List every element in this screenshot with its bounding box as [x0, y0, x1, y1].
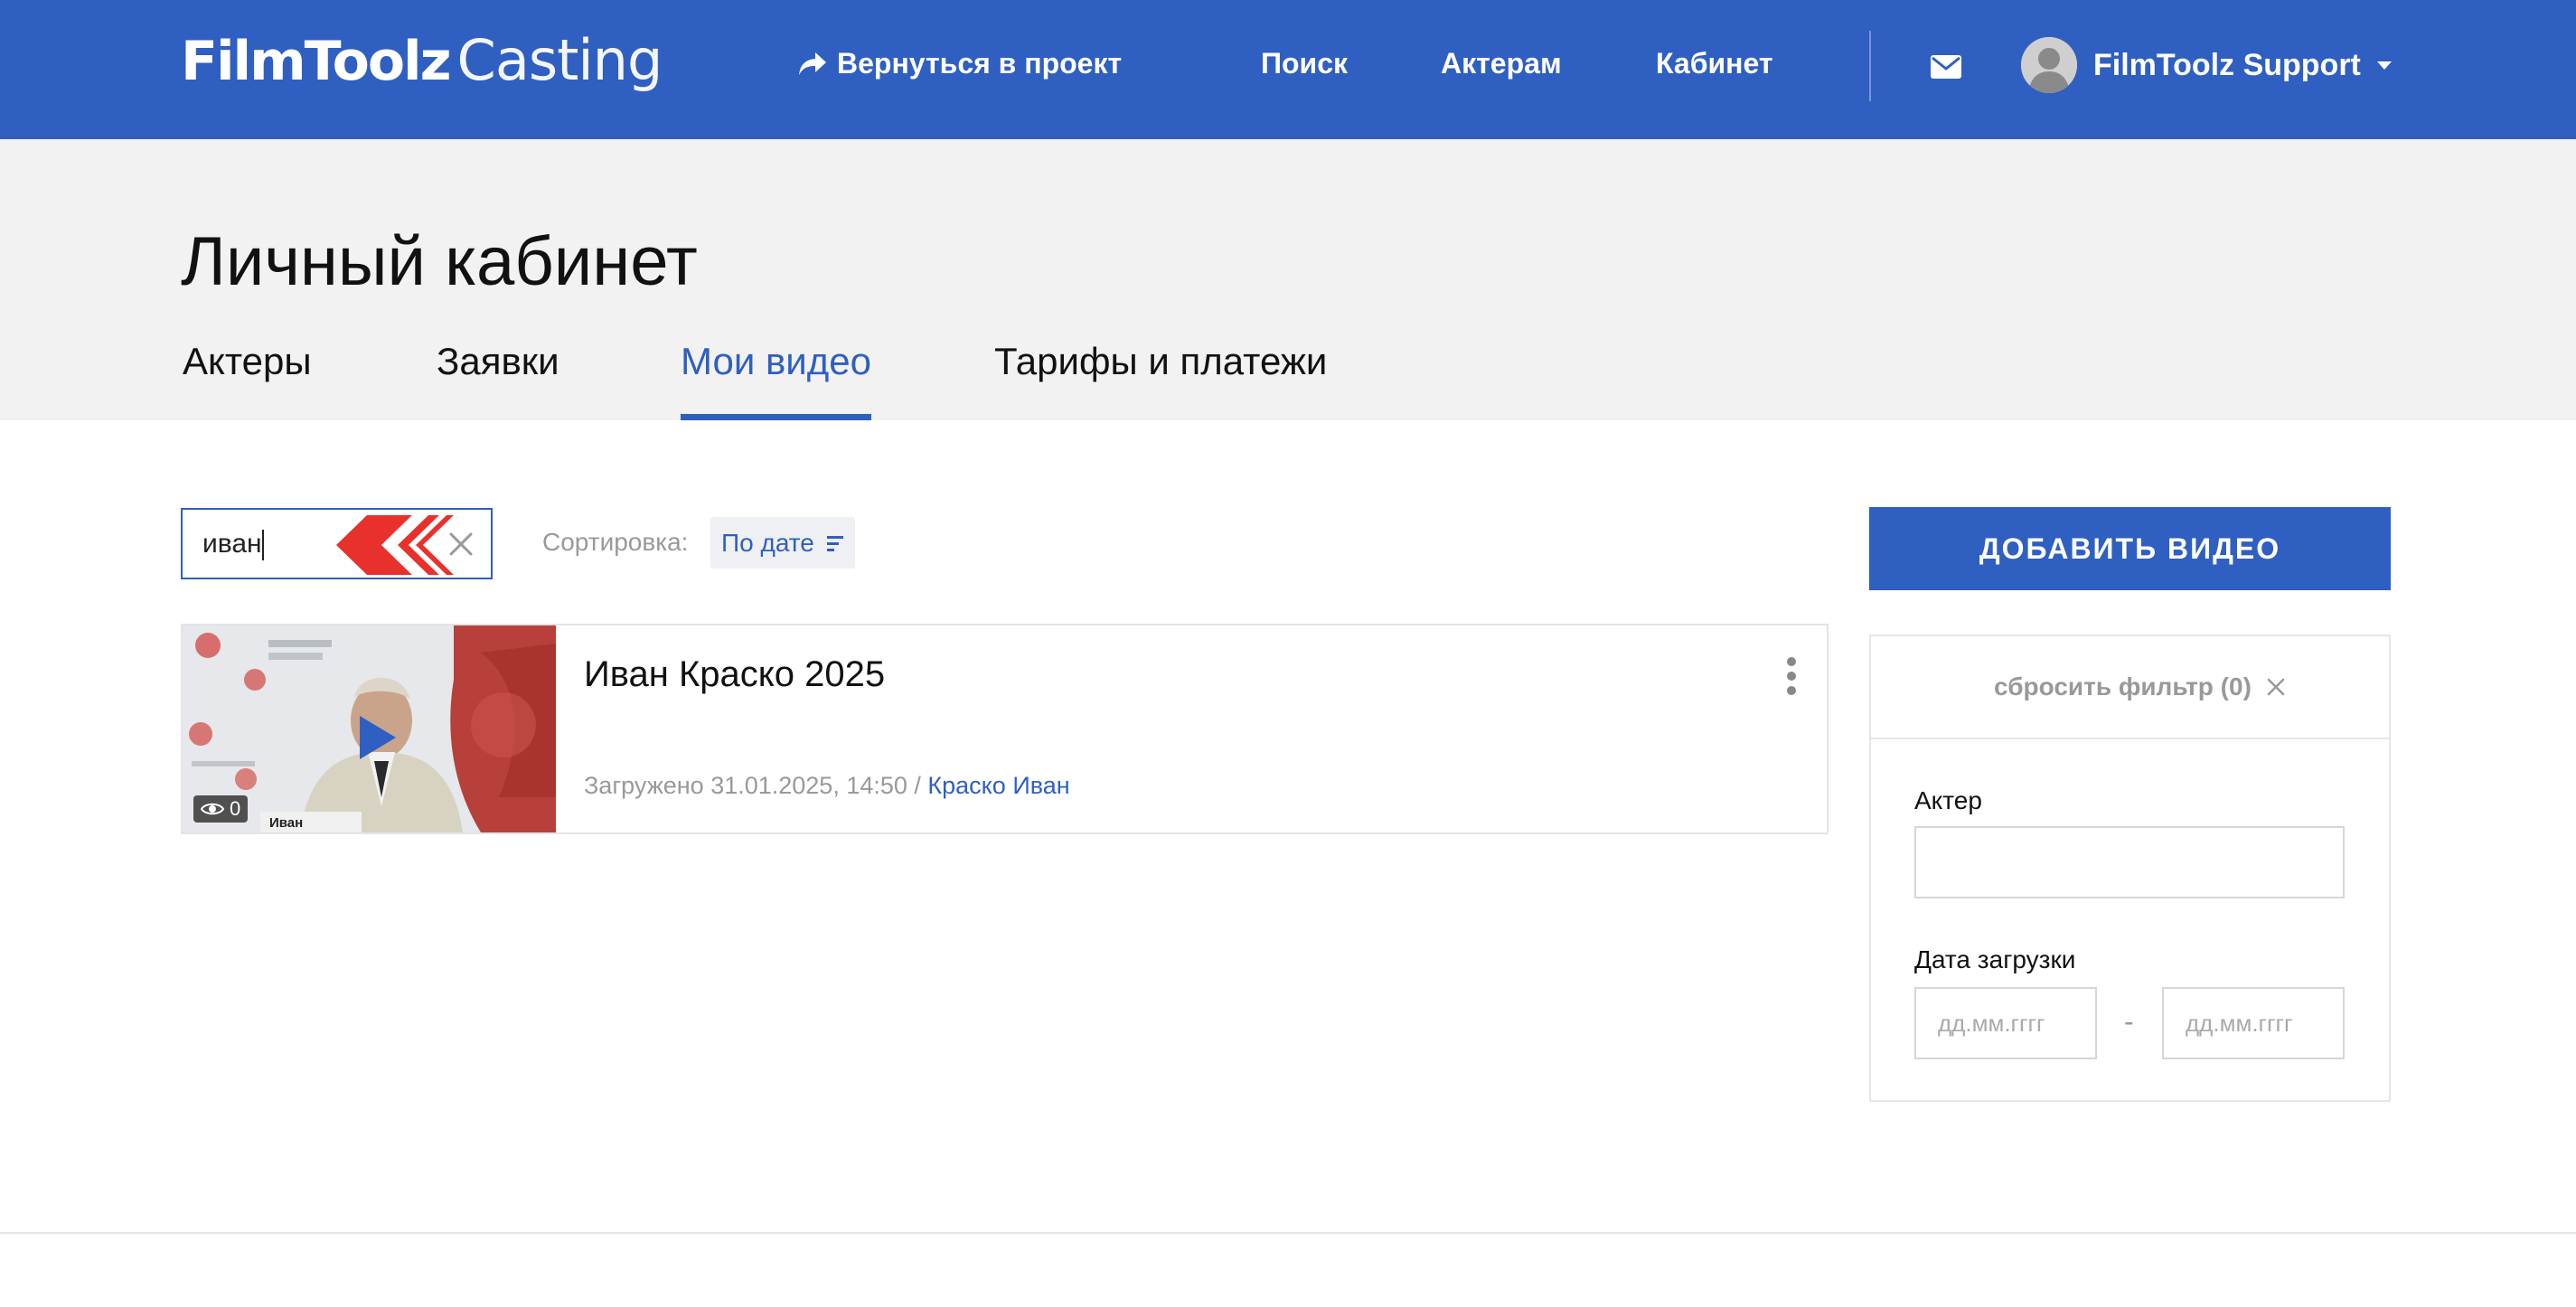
search-box [181, 508, 493, 579]
tab-tariffs-payments[interactable]: Тарифы и платежи [994, 340, 1327, 420]
chevron-arrows-icon [336, 515, 454, 575]
close-icon [2267, 678, 2285, 696]
video-thumbnail[interactable]: 0 Иван [183, 625, 556, 832]
logo-sub: Casting [456, 27, 663, 93]
actor-link[interactable]: Краско Иван [927, 772, 1069, 799]
kebab-icon[interactable] [1782, 654, 1800, 698]
filter-reset-row: сбросить фильтр (0) [1871, 636, 2389, 739]
back-to-project-label: Вернуться в проект [837, 47, 1123, 80]
filter-panel: сбросить фильтр (0) Актер Дата загрузки … [1869, 635, 2391, 1102]
thumbnail-caption: Иван [260, 812, 362, 832]
logo-main: FilmToolz [181, 30, 452, 93]
logo[interactable]: FilmToolz Casting [181, 27, 663, 99]
views-count: 0 [230, 797, 241, 820]
sort-label: Сортировка: [542, 528, 689, 556]
user-name: FilmToolz Support [2093, 47, 2361, 82]
upload-info: Загружено 31.01.2025, 14:50 / [584, 772, 921, 799]
user-silhouette-icon [2021, 37, 2077, 93]
video-card: 0 Иван Иван Краско 2025 Загружено 31.01.… [181, 624, 1829, 834]
nav-actors[interactable]: Актерам [1441, 47, 1562, 80]
nav-cabinet[interactable]: Кабинет [1656, 47, 1773, 80]
sort-dropdown[interactable]: По дате [710, 517, 855, 569]
actor-filter-label: Актер [1914, 786, 1982, 814]
avatar [2021, 37, 2077, 93]
page-header: Личный кабинет Актеры Заявки Мои видео Т… [0, 139, 2576, 420]
reset-filter-label: сбросить фильтр (0) [1994, 672, 2252, 701]
date-separator: - [2124, 1005, 2134, 1038]
page-title: Личный кабинет [181, 223, 698, 300]
video-title[interactable]: Иван Краско 2025 [584, 654, 885, 695]
envelope-icon[interactable] [1931, 55, 1961, 79]
add-video-button[interactable]: ДОБАВИТЬ ВИДЕО [1869, 507, 2391, 590]
nav-divider [1869, 31, 1871, 101]
tab-requests[interactable]: Заявки [437, 340, 559, 420]
nav-search[interactable]: Поиск [1261, 47, 1348, 80]
actor-filter-input[interactable] [1914, 826, 2345, 898]
reset-filter-button[interactable]: сбросить фильтр (0) [1994, 672, 2286, 701]
video-meta: Загружено 31.01.2025, 14:50 / Краско Ива… [584, 772, 1070, 800]
tab-my-videos[interactable]: Мои видео [681, 340, 871, 420]
sort-lines-icon [826, 535, 843, 551]
eye-icon [201, 803, 224, 815]
date-from-input[interactable] [1914, 987, 2097, 1059]
top-header: FilmToolz Casting Вернуться в проект Пои… [0, 0, 2576, 139]
back-to-project-link[interactable]: Вернуться в проект [797, 47, 1122, 80]
close-icon[interactable] [448, 531, 474, 557]
share-arrow-icon [799, 52, 826, 75]
footer-divider [0, 1232, 2576, 1234]
date-to-input[interactable] [2162, 987, 2345, 1059]
upload-date-label: Дата загрузки [1914, 945, 2076, 973]
caret-down-icon [2376, 61, 2392, 70]
tab-actors[interactable]: Актеры [183, 340, 312, 420]
text-cursor [262, 530, 264, 560]
views-badge: 0 [193, 795, 249, 823]
sort-value: По дате [721, 528, 814, 557]
user-menu[interactable]: FilmToolz Support [2021, 36, 2392, 94]
